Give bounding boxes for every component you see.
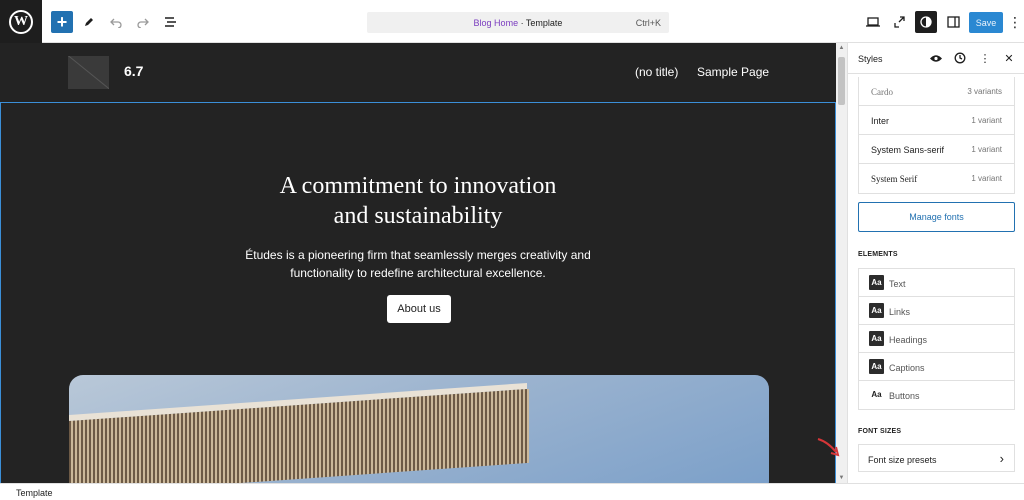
element-label: Headings	[889, 335, 928, 345]
options-menu-button[interactable]: ⋮	[1008, 11, 1022, 33]
typography-preview-icon: Aa	[869, 303, 884, 318]
desktop-icon	[866, 17, 880, 27]
hero-paragraph[interactable]: Études is a pioneering firm that seamles…	[1, 246, 835, 282]
more-actions-button[interactable]: ⋮	[978, 51, 992, 65]
hero-image[interactable]	[69, 375, 769, 483]
nav-link-sample-page[interactable]: Sample Page	[697, 65, 769, 79]
title-separator: ·	[518, 17, 526, 28]
font-size-presets-label: Font size presets	[868, 455, 937, 465]
wordpress-logo-button[interactable]: W	[0, 0, 42, 43]
more-vertical-icon: ⋮	[979, 52, 991, 65]
typography-preview-icon: Aa	[869, 359, 884, 374]
hero-heading[interactable]: A commitment to innovation and sustainab…	[1, 171, 835, 231]
font-item-inter[interactable]: Inter 1 variant	[859, 106, 1014, 135]
undo-icon	[110, 18, 122, 28]
view-site-button[interactable]	[888, 11, 910, 33]
save-button[interactable]: Save	[969, 12, 1003, 33]
element-label: Links	[889, 307, 911, 317]
about-us-button[interactable]: About us	[387, 295, 451, 323]
canvas-scrollbar[interactable]: ▲ ▼	[836, 43, 847, 483]
close-icon: ✕	[1004, 52, 1014, 65]
font-item-cardo[interactable]: Cardo 3 variants	[859, 77, 1014, 106]
font-size-presets-item[interactable]: Font size presets ›	[858, 444, 1015, 472]
site-title[interactable]: 6.7	[124, 63, 143, 79]
plus-icon: +	[56, 11, 68, 32]
font-name: System Serif	[871, 174, 918, 184]
scroll-up-arrow-icon[interactable]: ▲	[837, 45, 846, 51]
breadcrumb-template[interactable]: Template	[16, 488, 53, 498]
site-logo-placeholder[interactable]	[68, 56, 109, 89]
revisions-button[interactable]	[953, 51, 967, 65]
styles-panel: Styles ⋮ ✕ Cardo 3 variants Inter 1 vari…	[847, 43, 1024, 483]
half-circle-icon	[920, 16, 932, 28]
element-item-links[interactable]: Aa Links	[859, 297, 1014, 325]
annotation-arrow-icon	[817, 438, 840, 457]
font-name: Inter	[871, 116, 890, 126]
nav-link-no-title[interactable]: (no title)	[635, 65, 678, 79]
typography-preview-icon: Aa	[871, 390, 882, 399]
tools-button[interactable]	[78, 11, 100, 33]
element-item-text[interactable]: Aa Text	[859, 269, 1014, 297]
panel-title: Styles	[858, 54, 883, 64]
template-type: Template	[525, 17, 563, 28]
more-vertical-icon: ⋮	[1008, 13, 1022, 30]
font-variants: 1 variant	[971, 174, 1002, 183]
styles-toggle-button[interactable]	[915, 11, 937, 33]
elements-list: Aa Text Aa Links Aa Headings Aa Captions…	[858, 268, 1015, 410]
font-name: Cardo	[871, 87, 893, 97]
undo-button[interactable]	[105, 11, 127, 33]
font-variants: 3 variants	[967, 87, 1002, 96]
redo-icon	[137, 18, 149, 28]
history-icon	[954, 52, 966, 64]
template-title: Blog Home	[473, 17, 519, 28]
editor-canvas[interactable]: 6.7 (no title) Sample Page A commitment …	[0, 43, 836, 483]
settings-sidebar-button[interactable]	[942, 11, 964, 33]
typography-preview-icon: Aa	[869, 275, 884, 290]
element-item-captions[interactable]: Aa Captions	[859, 353, 1014, 381]
font-item-system-serif[interactable]: System Serif 1 variant	[859, 164, 1014, 193]
style-book-button[interactable]	[929, 51, 943, 65]
font-variants: 1 variant	[971, 116, 1002, 125]
font-item-system-sans-serif[interactable]: System Sans-serif 1 variant	[859, 135, 1014, 164]
document-title: Blog Home · Template	[367, 18, 669, 28]
styles-panel-header: Styles ⋮ ✕	[848, 43, 1024, 74]
list-view-icon	[164, 17, 176, 27]
font-family-list: Cardo 3 variants Inter 1 variant System …	[858, 77, 1015, 194]
hero-group-block[interactable]: A commitment to innovation and sustainab…	[0, 102, 836, 483]
close-panel-button[interactable]: ✕	[1002, 51, 1016, 65]
elements-heading: ELEMENTS	[858, 251, 898, 258]
element-item-buttons[interactable]: Aa Buttons	[859, 381, 1014, 409]
document-overview-button[interactable]	[159, 11, 181, 33]
scrollbar-thumb[interactable]	[838, 57, 845, 105]
device-preview-button[interactable]	[862, 11, 884, 33]
external-link-icon	[894, 16, 905, 28]
scroll-down-arrow-icon[interactable]: ▼	[837, 475, 846, 481]
font-sizes-heading: FONT SIZES	[858, 428, 902, 435]
wordpress-logo-icon: W	[9, 9, 33, 34]
sidebar-icon	[946, 16, 960, 28]
command-palette-bar[interactable]: Blog Home · Template Ctrl+K	[367, 12, 669, 33]
font-name: System Sans-serif	[871, 145, 945, 155]
chevron-right-icon: ›	[999, 451, 1004, 466]
editor-top-bar: W + Blog Home · Template Ctrl+K Save ⋮	[0, 0, 1024, 43]
manage-fonts-button[interactable]: Manage fonts	[858, 202, 1015, 232]
element-label: Text	[889, 279, 906, 289]
block-breadcrumb-bar: Template	[0, 483, 1024, 500]
keyboard-shortcut: Ctrl+K	[635, 17, 661, 28]
typography-preview-icon: Aa	[869, 331, 884, 346]
element-item-headings[interactable]: Aa Headings	[859, 325, 1014, 353]
pencil-icon	[85, 18, 93, 26]
eye-icon	[930, 54, 942, 62]
redo-button[interactable]	[132, 11, 154, 33]
element-label: Captions	[889, 363, 925, 373]
element-label: Buttons	[889, 391, 920, 401]
font-variants: 1 variant	[971, 145, 1002, 154]
add-block-button[interactable]: +	[51, 11, 73, 33]
